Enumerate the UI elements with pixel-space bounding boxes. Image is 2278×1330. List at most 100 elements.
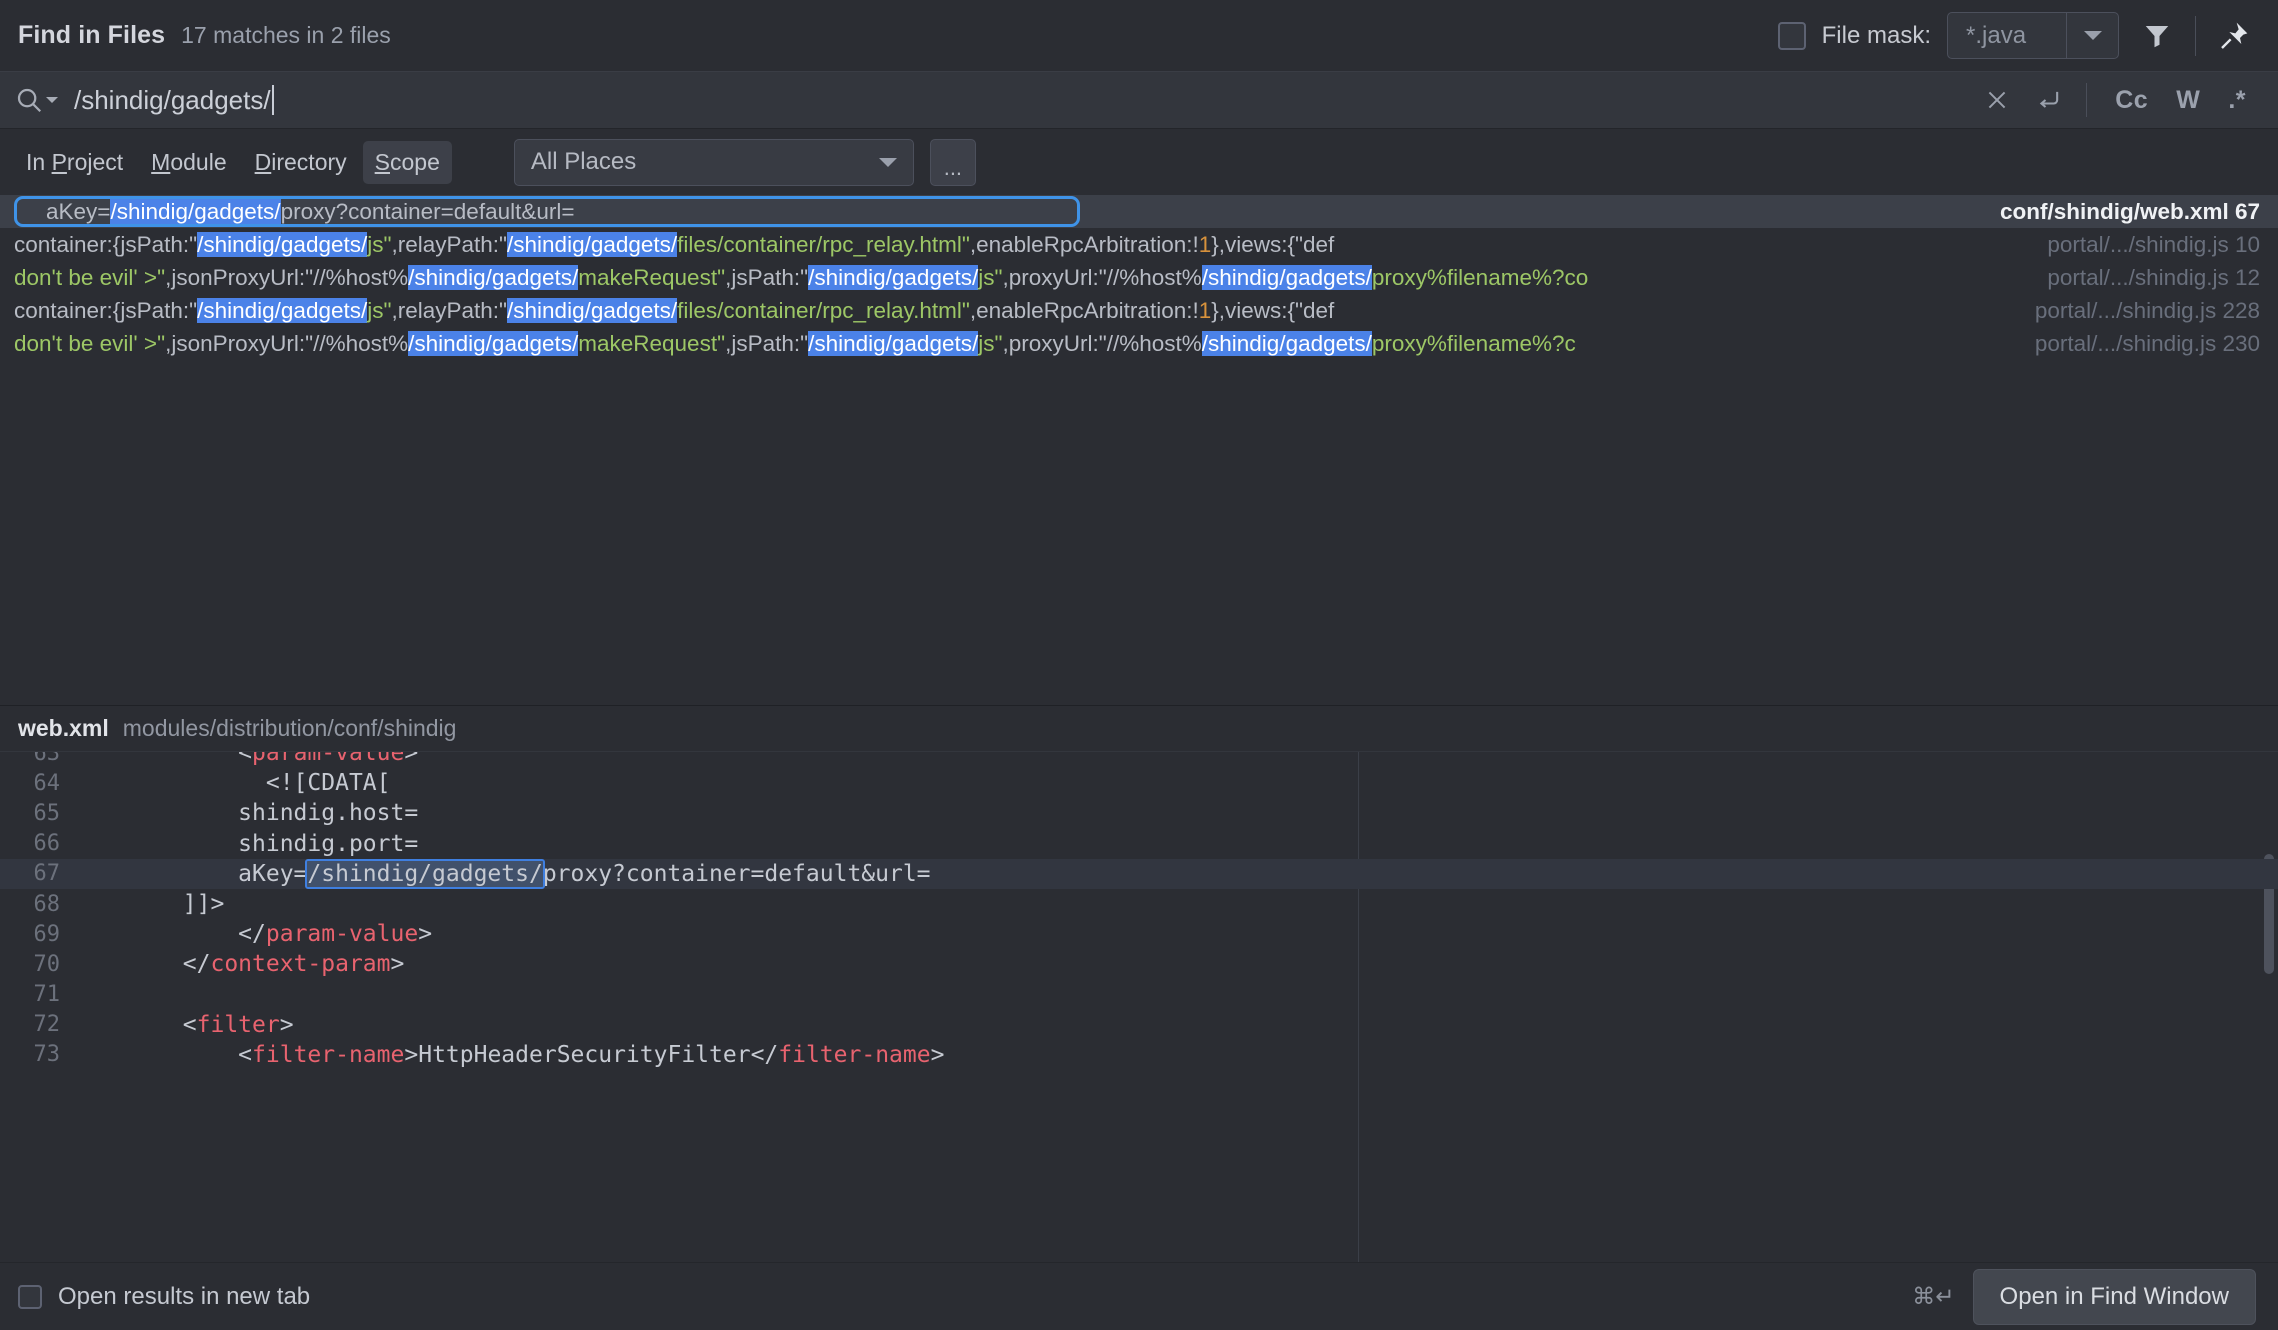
scope-tabs: In ProjectModuleDirectoryScope: [14, 141, 452, 184]
find-in-files-dialog: Find in Files 17 matches in 2 files File…: [0, 0, 2278, 1330]
code-segment-brk: >: [391, 951, 405, 977]
result-segment-str: js": [978, 265, 1002, 290]
result-segment-hl: /shindig/gadgets/: [197, 232, 367, 257]
match-case-toggle[interactable]: Cc: [2101, 86, 2162, 115]
preview-file-path: modules/distribution/conf/shindig: [123, 715, 457, 742]
multiline-toggle-icon[interactable]: [2026, 77, 2072, 123]
places-combo[interactable]: All Places: [514, 139, 914, 186]
line-number: 65: [0, 801, 72, 826]
code-segment-tag: filter: [197, 1012, 280, 1038]
open-in-find-window-button[interactable]: Open in Find Window: [1973, 1269, 2256, 1325]
result-file-path: conf/shindig/web.xml 67: [2000, 199, 2278, 225]
editor-line: 63 <param-value>: [0, 752, 2278, 768]
line-code: <![CDATA[: [72, 770, 2278, 796]
scope-tab-in-project[interactable]: In Project: [14, 141, 135, 184]
result-segment-hl: /shindig/gadgets/: [408, 265, 578, 290]
search-input[interactable]: /shindig/gadgets/: [74, 85, 1968, 116]
scope-tab-module[interactable]: Module: [139, 141, 238, 184]
filter-icon[interactable]: [2135, 14, 2179, 58]
result-segment-str: don't be evil' >": [14, 265, 165, 290]
editor-line: 64 <![CDATA[: [0, 768, 2278, 798]
result-file-path: portal/.../shindig.js 230: [2035, 331, 2278, 357]
result-segment-str: js": [978, 331, 1002, 356]
code-segment-code: aKey=: [72, 861, 307, 887]
code-segment-brk: </: [751, 1042, 779, 1068]
result-segment-hl: /shindig/gadgets/: [808, 331, 978, 356]
result-segment-str: proxy%filename%?c: [1372, 331, 1576, 356]
code-segment-match: /shindig/gadgets/: [307, 861, 542, 887]
result-text: aKey=/shindig/gadgets/proxy?container=de…: [0, 199, 2000, 225]
code-segment-brk: >: [418, 921, 432, 947]
result-row[interactable]: container:{jsPath:"/shindig/gadgets/js",…: [0, 294, 2278, 327]
line-number: 72: [0, 1012, 72, 1037]
line-code: shindig.host=: [72, 800, 2278, 826]
code-segment-code: HttpHeaderSecurityFilter: [418, 1042, 750, 1068]
line-number: 71: [0, 982, 72, 1007]
preview-header[interactable]: web.xml modules/distribution/conf/shindi…: [0, 706, 2278, 752]
search-icon[interactable]: [14, 85, 58, 115]
result-segment-str: makeRequest": [578, 331, 725, 356]
result-text: don't be evil' >",jsonProxyUrl:"//%host%…: [0, 265, 2047, 291]
result-text: container:{jsPath:"/shindig/gadgets/js",…: [0, 232, 2047, 258]
code-segment-brk: </: [183, 951, 211, 977]
pin-icon[interactable]: [2212, 14, 2256, 58]
result-segment-plain: container:{jsPath:": [14, 298, 197, 323]
preview-editor[interactable]: 63 <param-value>64 <![CDATA[65 shindig.h…: [0, 752, 2278, 1262]
code-segment-brk: </: [238, 921, 266, 947]
search-input-value: /shindig/gadgets/: [74, 85, 271, 116]
result-row[interactable]: aKey=/shindig/gadgets/proxy?container=de…: [0, 195, 2278, 228]
scope-row: In ProjectModuleDirectoryScope All Place…: [0, 129, 2278, 195]
chevron-down-icon[interactable]: [2066, 13, 2118, 58]
line-code: <filter>: [72, 1012, 2278, 1038]
result-segment-hl: /shindig/gadgets/: [1202, 265, 1372, 290]
whole-words-toggle[interactable]: W: [2162, 86, 2214, 115]
result-segment-plain: ,relayPath:": [391, 298, 507, 323]
line-number: 69: [0, 922, 72, 947]
result-segment-str: proxy%filename%?co: [1372, 265, 1588, 290]
file-mask-checkbox[interactable]: [1778, 22, 1806, 50]
editor-line: 69 </param-value>: [0, 919, 2278, 949]
result-file-path: portal/.../shindig.js 12: [2047, 265, 2278, 291]
result-segment-str: js": [367, 232, 391, 257]
preview-file-name: web.xml: [18, 715, 109, 742]
line-number: 63: [0, 752, 72, 766]
page-title: Find in Files: [18, 21, 165, 50]
code-segment-brk: <: [183, 1012, 197, 1038]
match-count-label: 17 matches in 2 files: [181, 22, 391, 49]
file-mask-combo[interactable]: *.java: [1947, 12, 2119, 59]
result-row[interactable]: container:{jsPath:"/shindig/gadgets/js",…: [0, 228, 2278, 261]
editor-line: 72 <filter>: [0, 1010, 2278, 1040]
result-segment-hl: /shindig/gadgets/: [507, 298, 677, 323]
result-text: don't be evil' >",jsonProxyUrl:"//%host%…: [0, 331, 2035, 357]
close-icon[interactable]: [1974, 77, 2020, 123]
result-segment-hl: /shindig/gadgets/: [197, 298, 367, 323]
chevron-down-icon[interactable]: [879, 158, 897, 167]
line-number: 68: [0, 892, 72, 917]
open-results-new-tab-label: Open results in new tab: [58, 1283, 310, 1311]
open-results-new-tab-checkbox[interactable]: [18, 1285, 42, 1309]
code-segment-tag: param-value: [252, 752, 404, 766]
dialog-footer: Open results in new tab ⌘↵ Open in Find …: [0, 1262, 2278, 1330]
result-segment-num: 1: [1199, 232, 1212, 257]
line-code: </param-value>: [72, 921, 2278, 947]
result-segment-plain: ,jsonProxyUrl:"//%host%: [165, 331, 408, 356]
result-segment-hl: /shindig/gadgets/: [1202, 331, 1372, 356]
regex-toggle[interactable]: .*: [2214, 86, 2260, 115]
result-segment-str: files/container/rpc_relay.html": [677, 298, 970, 323]
more-options-button[interactable]: ...: [930, 139, 976, 186]
editor-line: 67 aKey=/shindig/gadgets/proxy?container…: [0, 859, 2278, 889]
scope-tab-scope[interactable]: Scope: [363, 141, 452, 184]
file-mask-value[interactable]: *.java: [1948, 13, 2066, 58]
code-segment-tag: filter-name: [778, 1042, 930, 1068]
result-segment-plain: container:{jsPath:": [14, 232, 197, 257]
results-list[interactable]: aKey=/shindig/gadgets/proxy?container=de…: [0, 195, 2278, 705]
result-segment-plain: aKey=: [46, 199, 110, 224]
result-row[interactable]: don't be evil' >",jsonProxyUrl:"//%host%…: [0, 327, 2278, 360]
scope-tab-directory[interactable]: Directory: [243, 141, 359, 184]
search-row: /shindig/gadgets/ Cc W .*: [0, 71, 2278, 129]
code-segment-brk: >: [404, 752, 418, 766]
code-segment-brk: <: [238, 1042, 252, 1068]
editor-line: 70 </context-param>: [0, 949, 2278, 979]
result-row[interactable]: don't be evil' >",jsonProxyUrl:"//%host%…: [0, 261, 2278, 294]
result-segment-plain: ,jsPath:": [725, 331, 808, 356]
